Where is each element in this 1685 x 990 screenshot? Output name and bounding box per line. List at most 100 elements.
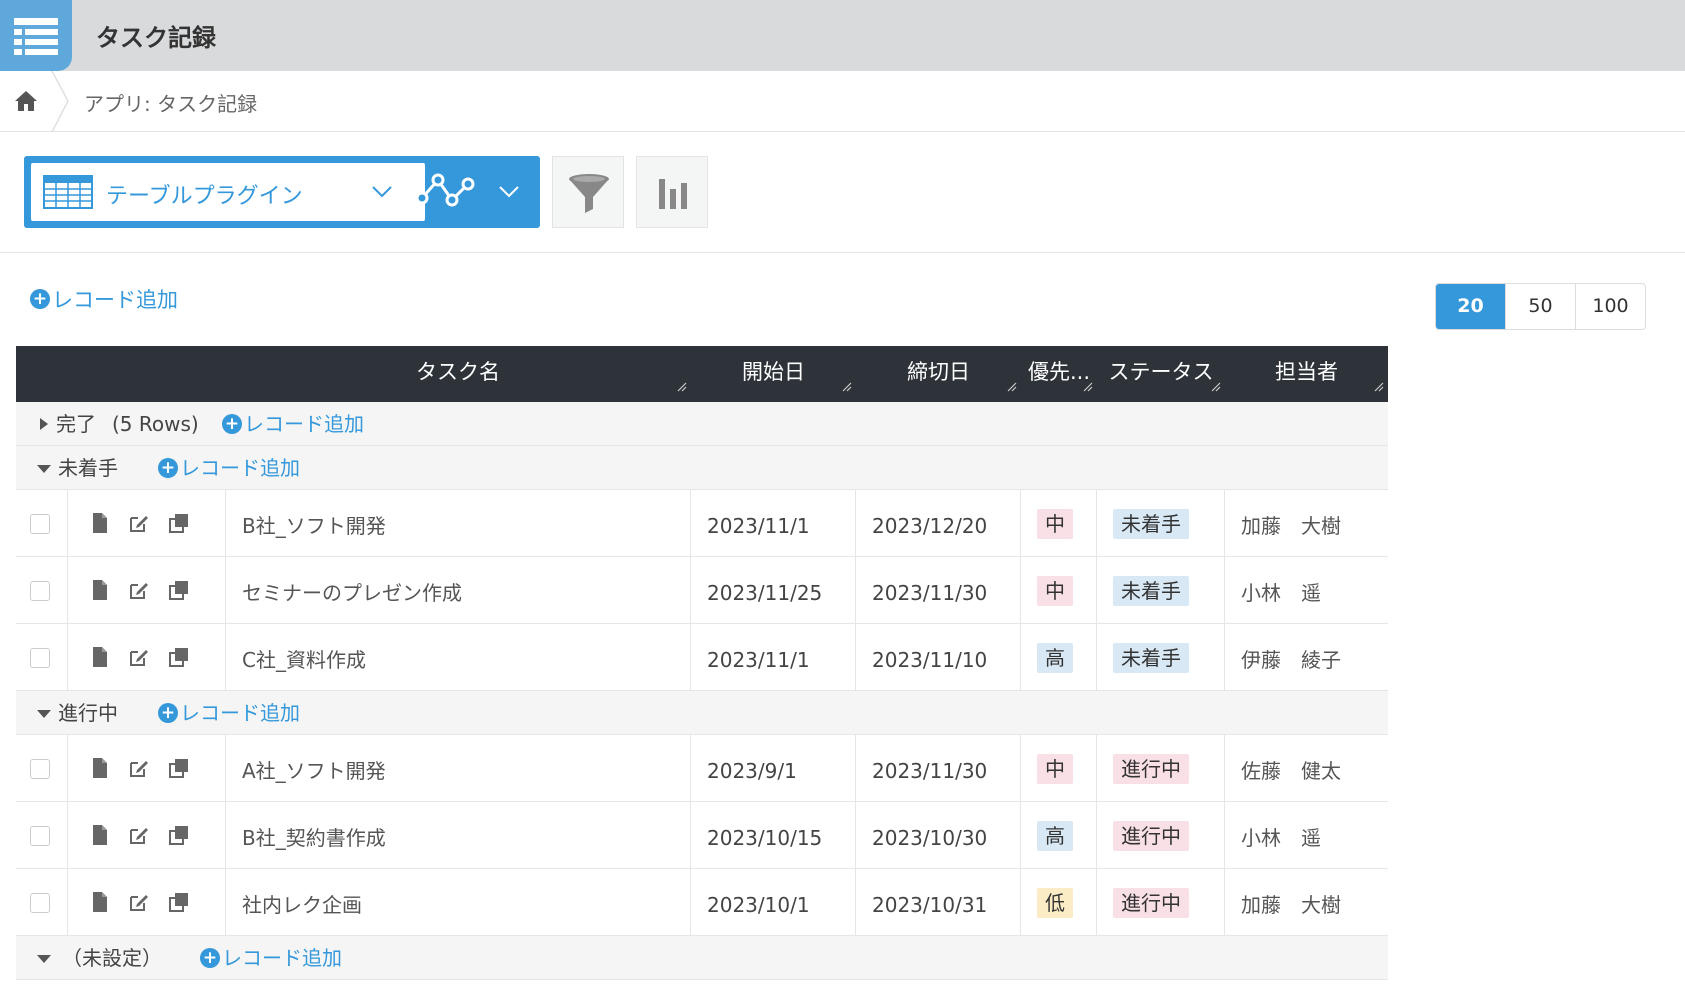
column-header-task[interactable]: タスク名 <box>16 346 691 402</box>
edit-icon[interactable] <box>128 579 150 606</box>
group-row-in-progress[interactable]: 進行中 + レコード追加 <box>16 691 1388 735</box>
group-add-record-link[interactable]: + レコード追加 <box>158 691 300 735</box>
caret-down-icon[interactable] <box>36 446 52 490</box>
table-row[interactable]: B社_ソフト開発 2023/11/1 2023/12/20 中 未着手 加藤 大… <box>16 490 1388 557</box>
status-cell[interactable]: 未着手 <box>1097 624 1225 691</box>
priority-cell[interactable]: 中 <box>1021 557 1097 624</box>
duplicate-icon[interactable] <box>168 579 190 606</box>
status-cell[interactable]: 進行中 <box>1097 869 1225 936</box>
edit-icon[interactable] <box>128 646 150 673</box>
task-name-cell[interactable]: A社_ソフト開発 <box>226 735 691 802</box>
graph-chevron-down-icon[interactable] <box>498 184 520 203</box>
group-row-unset[interactable]: （未設定） + レコード追加 <box>16 936 1388 980</box>
due-date-cell[interactable]: 2023/11/30 <box>856 735 1021 802</box>
resize-handle-icon[interactable] <box>842 382 852 392</box>
resize-handle-icon[interactable] <box>1211 382 1221 392</box>
chart-button[interactable] <box>636 156 708 228</box>
row-checkbox[interactable] <box>30 581 50 601</box>
document-icon[interactable] <box>90 646 110 673</box>
table-row[interactable]: セミナーのプレゼン作成 2023/11/25 2023/11/30 中 未着手 … <box>16 557 1388 624</box>
priority-cell[interactable]: 高 <box>1021 802 1097 869</box>
duplicate-icon[interactable] <box>168 512 190 539</box>
page-size-20[interactable]: 20 <box>1436 284 1505 329</box>
row-checkbox[interactable] <box>30 648 50 668</box>
edit-icon[interactable] <box>128 757 150 784</box>
task-name-cell[interactable]: セミナーのプレゼン作成 <box>226 557 691 624</box>
row-checkbox[interactable] <box>30 893 50 913</box>
task-name-cell[interactable]: B社_ソフト開発 <box>226 490 691 557</box>
due-date-cell[interactable]: 2023/12/20 <box>856 490 1021 557</box>
start-date-cell[interactable]: 2023/9/1 <box>691 735 856 802</box>
document-icon[interactable] <box>90 891 110 918</box>
due-date-cell[interactable]: 2023/11/30 <box>856 557 1021 624</box>
start-date-cell[interactable]: 2023/11/1 <box>691 490 856 557</box>
document-icon[interactable] <box>90 579 110 606</box>
row-checkbox[interactable] <box>30 826 50 846</box>
owner-cell[interactable]: 小林 遥 <box>1225 802 1388 869</box>
filter-button[interactable] <box>552 156 624 228</box>
group-add-record-link[interactable]: + レコード追加 <box>200 936 342 980</box>
resize-handle-icon[interactable] <box>1083 382 1093 392</box>
group-add-record-link[interactable]: + レコード追加 <box>158 446 300 490</box>
view-selector[interactable]: テーブルプラグイン <box>24 156 540 228</box>
owner-cell[interactable]: 加藤 大樹 <box>1225 869 1388 936</box>
owner-cell[interactable]: 加藤 大樹 <box>1225 490 1388 557</box>
group-add-record-link[interactable]: + レコード追加 <box>222 402 364 446</box>
edit-icon[interactable] <box>128 824 150 851</box>
column-header-owner[interactable]: 担当者 <box>1225 346 1388 402</box>
group-row-completed[interactable]: 完了 (5 Rows) + レコード追加 <box>16 402 1388 446</box>
due-date-cell[interactable]: 2023/10/31 <box>856 869 1021 936</box>
status-cell[interactable]: 進行中 <box>1097 802 1225 869</box>
duplicate-icon[interactable] <box>168 646 190 673</box>
resize-handle-icon[interactable] <box>1374 382 1384 392</box>
page-size-50[interactable]: 50 <box>1505 284 1575 329</box>
document-icon[interactable] <box>90 512 110 539</box>
list-icon[interactable] <box>0 0 72 71</box>
caret-down-icon[interactable] <box>36 691 52 735</box>
document-icon[interactable] <box>90 757 110 784</box>
task-name-cell[interactable]: 社内レク企画 <box>226 869 691 936</box>
table-row[interactable]: C社_資料作成 2023/11/1 2023/11/10 高 未着手 伊藤 綾子 <box>16 624 1388 691</box>
table-row[interactable]: A社_ソフト開発 2023/9/1 2023/11/30 中 進行中 佐藤 健太 <box>16 735 1388 802</box>
caret-down-icon[interactable] <box>36 936 52 980</box>
row-checkbox[interactable] <box>30 759 50 779</box>
owner-cell[interactable]: 小林 遥 <box>1225 557 1388 624</box>
due-date-cell[interactable]: 2023/11/10 <box>856 624 1021 691</box>
add-record-link[interactable]: + レコード追加 <box>30 284 178 314</box>
column-header-start[interactable]: 開始日 <box>691 346 856 402</box>
task-name-cell[interactable]: B社_契約書作成 <box>226 802 691 869</box>
duplicate-icon[interactable] <box>168 891 190 918</box>
start-date-cell[interactable]: 2023/10/15 <box>691 802 856 869</box>
status-cell[interactable]: 未着手 <box>1097 490 1225 557</box>
owner-cell[interactable]: 伊藤 綾子 <box>1225 624 1388 691</box>
table-row[interactable]: B社_契約書作成 2023/10/15 2023/10/30 高 進行中 小林 … <box>16 802 1388 869</box>
duplicate-icon[interactable] <box>168 824 190 851</box>
duplicate-icon[interactable] <box>168 757 190 784</box>
start-date-cell[interactable]: 2023/11/1 <box>691 624 856 691</box>
column-header-due[interactable]: 締切日 <box>856 346 1021 402</box>
column-header-priority[interactable]: 優先... <box>1021 346 1097 402</box>
edit-icon[interactable] <box>128 512 150 539</box>
graph-icon[interactable] <box>414 172 478 216</box>
table-row[interactable]: 社内レク企画 2023/10/1 2023/10/31 低 進行中 加藤 大樹 <box>16 869 1388 936</box>
caret-right-icon[interactable] <box>38 402 50 446</box>
breadcrumb-app-link[interactable]: アプリ: タスク記録 <box>84 88 257 117</box>
resize-handle-icon[interactable] <box>677 382 687 392</box>
status-cell[interactable]: 進行中 <box>1097 735 1225 802</box>
priority-cell[interactable]: 高 <box>1021 624 1097 691</box>
row-checkbox[interactable] <box>30 514 50 534</box>
priority-cell[interactable]: 中 <box>1021 490 1097 557</box>
view-dropdown[interactable]: テーブルプラグイン <box>31 163 425 221</box>
start-date-cell[interactable]: 2023/11/25 <box>691 557 856 624</box>
home-icon[interactable] <box>14 89 38 117</box>
priority-cell[interactable]: 低 <box>1021 869 1097 936</box>
page-size-100[interactable]: 100 <box>1575 284 1645 329</box>
due-date-cell[interactable]: 2023/10/30 <box>856 802 1021 869</box>
task-name-cell[interactable]: C社_資料作成 <box>226 624 691 691</box>
edit-icon[interactable] <box>128 891 150 918</box>
status-cell[interactable]: 未着手 <box>1097 557 1225 624</box>
start-date-cell[interactable]: 2023/10/1 <box>691 869 856 936</box>
priority-cell[interactable]: 中 <box>1021 735 1097 802</box>
owner-cell[interactable]: 佐藤 健太 <box>1225 735 1388 802</box>
document-icon[interactable] <box>90 824 110 851</box>
